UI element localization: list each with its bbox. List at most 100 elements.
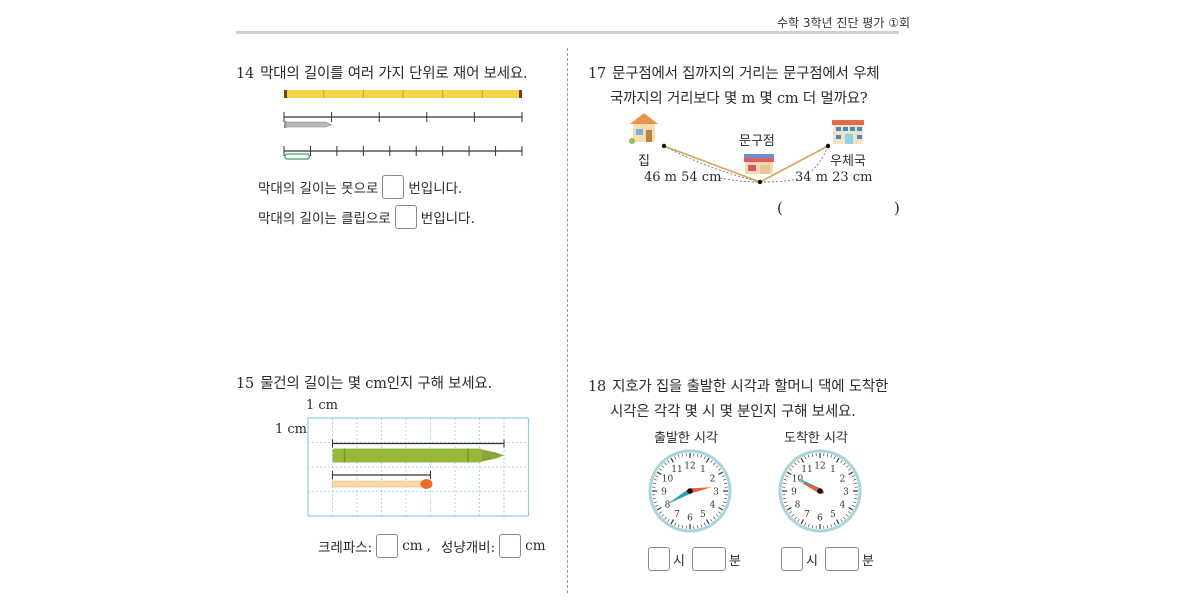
- clock-number: 12: [684, 462, 695, 472]
- arrival-clock: 12 12 3 45678 9 1011: [778, 449, 862, 533]
- clock-center: [817, 488, 823, 494]
- stick-end: [519, 90, 522, 98]
- clock-number: 10: [792, 475, 804, 485]
- clock-number: 6: [687, 514, 693, 524]
- yellow-stick: [284, 90, 522, 98]
- crayon-body: [332, 448, 482, 463]
- centimeter-grid: [307, 417, 530, 517]
- answer-box-crayon[interactable]: [376, 534, 399, 558]
- question-14-title: 14 막대의 길이를 여러 가지 단위로 재어 보세요.: [236, 62, 528, 83]
- sentence-text: 번입니다.: [420, 211, 475, 227]
- point-store: [757, 179, 763, 185]
- nail-ruler: [283, 112, 523, 128]
- clip-ruler: [283, 146, 523, 160]
- match-stick: [332, 480, 425, 488]
- question-18-text-line2: 시각은 각각 몇 시 몇 분인지 구해 보세요.: [610, 404, 856, 420]
- crayon-label: 크레파스:: [318, 540, 373, 556]
- clock-number: 10: [662, 475, 674, 485]
- clock-number: 1: [830, 465, 836, 475]
- answer-box-hour[interactable]: [648, 547, 670, 571]
- answer-box-nail[interactable]: [382, 175, 405, 199]
- answer-box-hour[interactable]: [781, 547, 803, 571]
- point-post: [825, 143, 831, 149]
- point-home: [661, 143, 667, 149]
- question-text: 지호가 집을 출발한 시각과 할머니 댁에 도착한: [612, 379, 889, 395]
- question-number: 14: [236, 66, 255, 82]
- question-18-title: 18 지호가 집을 출발한 시각과 할머니 댁에 도착한: [588, 375, 888, 396]
- departure-clock: 12 12 3 45678 9 1011: [648, 449, 732, 533]
- minute-unit: 분: [728, 553, 741, 569]
- question-number: 17: [588, 66, 607, 82]
- answer-field[interactable]: [790, 199, 890, 219]
- clock-number: 8: [665, 501, 671, 511]
- sentence-text: 막대의 길이는 못으로: [258, 181, 379, 197]
- sentence-text: 막대의 길이는 클립으로: [258, 211, 391, 227]
- clock-number: 2: [840, 475, 846, 485]
- page-header-title: 수학 3학년 진단 평가 ①회: [776, 16, 910, 30]
- clock-number: 8: [795, 501, 801, 511]
- unit-label: cm: [402, 538, 423, 554]
- answer-paren-close: ): [894, 199, 900, 217]
- clock-number: 5: [830, 510, 836, 520]
- column-divider: [567, 48, 568, 593]
- clock-center: [687, 488, 693, 494]
- minute-unit: 분: [861, 553, 874, 569]
- clock2-answer-row: 시 분: [781, 547, 874, 571]
- question-17-text-line2: 국까지의 거리보다 몇 m 몇 cm 더 멀까요?: [610, 91, 868, 107]
- house-icon: [629, 113, 658, 144]
- answer-paren-open: (: [777, 199, 783, 217]
- answer-box-minute[interactable]: [824, 547, 859, 571]
- question-15-title: 15 물건의 길이는 몇 cm인지 구해 보세요.: [236, 372, 492, 393]
- answer-box-match[interactable]: [499, 534, 522, 558]
- question-text: 물건의 길이는 몇 cm인지 구해 보세요.: [260, 376, 492, 392]
- clock2-caption: 도착한 시각: [784, 431, 848, 446]
- paperclip-icon: [284, 153, 311, 160]
- hour-unit: 시: [673, 553, 685, 569]
- label-post-office: 우체국: [830, 154, 866, 169]
- question-text: 막대의 길이를 여러 가지 단위로 재어 보세요.: [260, 66, 528, 82]
- clock-number: 6: [817, 514, 823, 524]
- q14-sentence-clip: 막대의 길이는 클립으로 번입니다.: [258, 205, 475, 229]
- header-rule: [236, 31, 899, 34]
- clock1-caption: 출발한 시각: [654, 431, 718, 446]
- answer-box-clip[interactable]: [394, 205, 417, 229]
- match-label: 성냥개비:: [440, 540, 496, 556]
- clock1-answer-row: 시 분: [648, 547, 741, 571]
- stick-end: [284, 90, 287, 98]
- clock-number: 4: [840, 501, 846, 511]
- clock-number: 3: [713, 488, 719, 498]
- unit-label: cm: [525, 538, 546, 554]
- clock-number: 7: [674, 510, 680, 520]
- measured-objects: [332, 439, 505, 489]
- question-17-title: 17 문구점에서 집까지의 거리는 문구점에서 우체: [588, 62, 880, 83]
- q15-answer-row: 크레파스: cm, 성냥개비: cm: [318, 534, 546, 558]
- clock-number: 4: [710, 501, 716, 511]
- store-icon: [744, 154, 774, 174]
- distance-post: 34 m 23 cm: [795, 170, 873, 185]
- question-number: 18: [588, 379, 607, 395]
- clock-number: 12: [814, 462, 825, 472]
- clock-number: 5: [700, 510, 706, 520]
- answer-box-minute[interactable]: [691, 547, 726, 571]
- q15-grid-figure: [307, 417, 530, 517]
- q14-sentence-nail: 막대의 길이는 못으로 번입니다.: [258, 175, 462, 199]
- clock-number: 1: [700, 465, 706, 475]
- clock-number: 9: [791, 488, 797, 498]
- crayon-tip: [482, 449, 504, 462]
- clock-number: 9: [661, 488, 667, 498]
- clock-number: 3: [843, 488, 849, 498]
- question-number: 15: [236, 376, 255, 392]
- label-store: 문구점: [739, 134, 775, 149]
- post-office-icon: [832, 120, 864, 144]
- sentence-text: 번입니다.: [408, 181, 463, 197]
- distance-home: 46 m 54 cm: [644, 170, 722, 185]
- question-text: 문구점에서 집까지의 거리는 문구점에서 우체: [612, 66, 880, 82]
- clock-number: 7: [804, 510, 810, 520]
- hour-unit: 시: [806, 553, 818, 569]
- separator: ,: [426, 538, 431, 554]
- nail-icon: [285, 121, 333, 128]
- clock-number: 11: [801, 465, 812, 475]
- match-head: [420, 479, 433, 489]
- label-home: 집: [638, 154, 650, 169]
- clock-number: 2: [710, 475, 716, 485]
